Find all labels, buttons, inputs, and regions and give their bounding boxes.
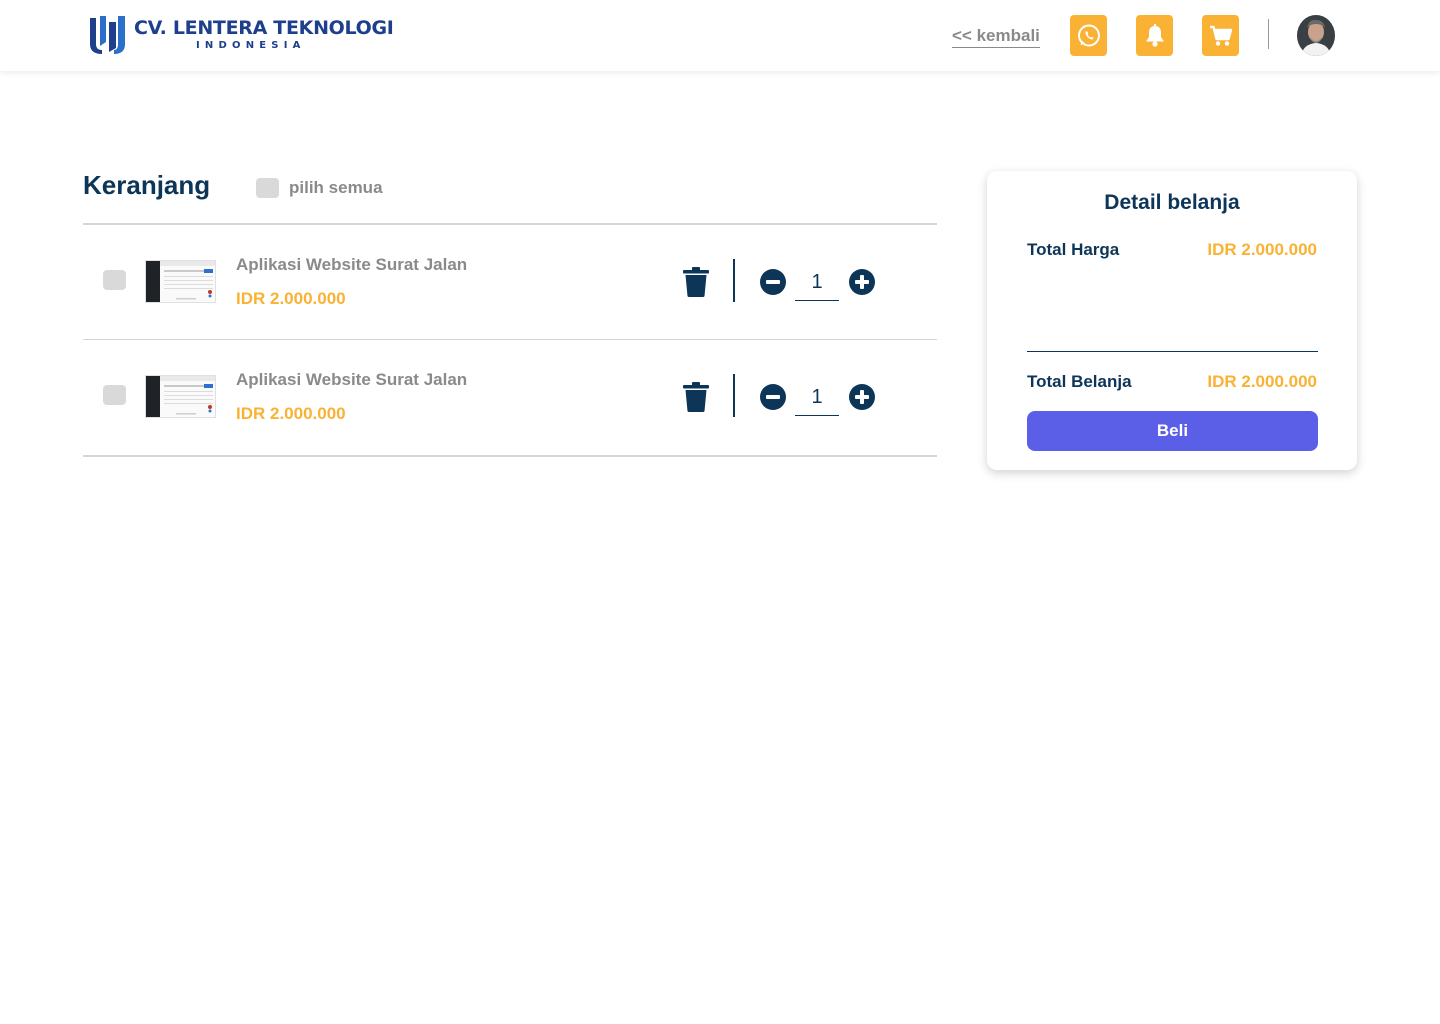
total-price-value: IDR 2.000.000 — [1207, 240, 1317, 259]
notification-button[interactable] — [1136, 15, 1173, 56]
bell-icon — [1145, 23, 1164, 47]
back-link[interactable]: << kembali — [952, 26, 1040, 48]
decrease-quantity-icon[interactable] — [760, 384, 786, 410]
total-shopping-value: IDR 2.000.000 — [1207, 372, 1317, 391]
buy-button[interactable]: Beli — [1027, 411, 1318, 451]
item-separator — [733, 259, 735, 302]
cart-divider-bottom — [83, 455, 937, 457]
product-thumbnail — [145, 260, 216, 303]
item-price: IDR 2.000.000 — [236, 404, 346, 423]
user-avatar-icon — [1297, 15, 1335, 56]
increase-quantity-icon[interactable] — [849, 384, 875, 410]
header-separator — [1268, 19, 1269, 49]
item-name[interactable]: Aplikasi Website Surat Jalan — [236, 255, 467, 275]
quantity-input[interactable] — [795, 265, 839, 301]
product-screenshot-icon — [146, 261, 215, 302]
whatsapp-button[interactable] — [1070, 15, 1107, 56]
decrease-quantity-icon[interactable] — [760, 269, 786, 295]
whatsapp-icon — [1077, 24, 1100, 46]
summary-title: Detail belanja — [1104, 191, 1240, 214]
product-screenshot-icon — [146, 376, 215, 417]
summary-divider — [1027, 351, 1318, 352]
cart-title: Keranjang — [83, 170, 211, 200]
cart-item: Aplikasi Website Surat Jalan IDR 2.000.0… — [83, 225, 937, 339]
item-checkbox[interactable] — [103, 385, 126, 405]
logo-title: CV. LENTERA TEKNOLOGI — [134, 17, 394, 39]
order-summary-card: Detail belanja Total Harga IDR 2.000.000… — [987, 171, 1357, 470]
trash-icon[interactable] — [683, 267, 709, 297]
logo-subtitle: INDONESIA — [196, 40, 306, 51]
cart-button[interactable] — [1202, 15, 1239, 56]
quantity-input[interactable] — [795, 380, 839, 416]
item-price: IDR 2.000.000 — [236, 289, 346, 308]
select-all-label: pilih semua — [289, 178, 383, 197]
select-all-checkbox[interactable] — [256, 178, 279, 198]
trash-icon[interactable] — [683, 382, 709, 412]
user-avatar[interactable] — [1297, 15, 1335, 56]
item-name[interactable]: Aplikasi Website Surat Jalan — [236, 370, 467, 390]
top-navbar: CV. LENTERA TEKNOLOGI INDONESIA << kemba… — [0, 0, 1440, 71]
company-logo[interactable]: CV. LENTERA TEKNOLOGI INDONESIA — [88, 14, 394, 56]
select-all-toggle[interactable]: pilih semua — [256, 178, 383, 198]
item-checkbox[interactable] — [103, 270, 126, 290]
cart-item: Aplikasi Website Surat Jalan IDR 2.000.0… — [83, 340, 937, 454]
cart-icon — [1209, 25, 1232, 46]
total-price-label: Total Harga — [1027, 240, 1120, 259]
increase-quantity-icon[interactable] — [849, 269, 875, 295]
total-shopping-label: Total Belanja — [1027, 372, 1132, 391]
product-thumbnail — [145, 375, 216, 418]
item-separator — [733, 374, 735, 417]
logo-mark-icon — [90, 16, 125, 54]
